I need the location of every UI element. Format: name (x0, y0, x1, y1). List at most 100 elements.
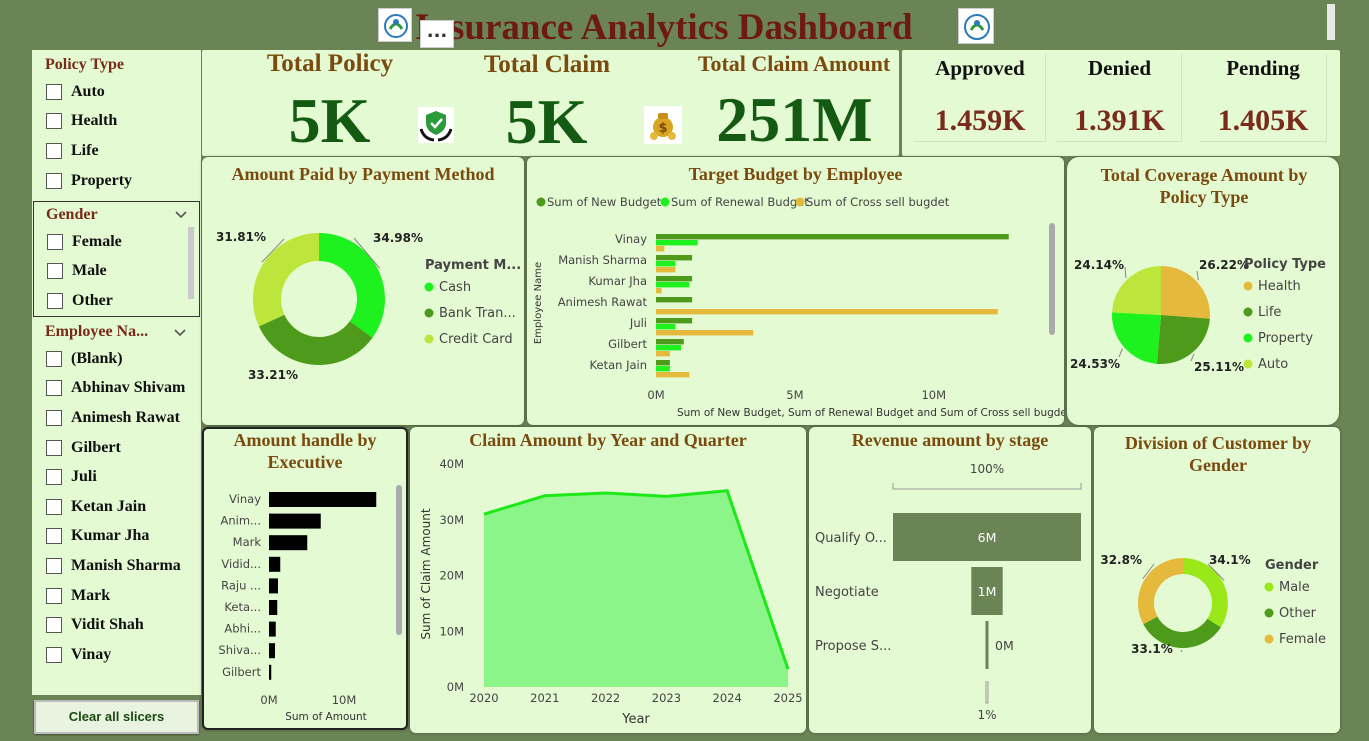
y-tick-label: 40M (439, 457, 464, 471)
y-tick-label: 20M (439, 569, 464, 583)
slice-cash (319, 233, 385, 338)
legend-item-sum-of-new-budget: Sum of New Budget (547, 195, 662, 209)
stage-value: 1M (978, 584, 997, 599)
legend-marker (1264, 582, 1274, 592)
slicer-option-blank[interactable]: (Blank) (46, 344, 185, 374)
checkbox[interactable] (46, 409, 62, 426)
legend-marker (1264, 608, 1274, 618)
checkbox[interactable] (46, 380, 62, 397)
checkbox[interactable] (46, 528, 62, 545)
checkbox[interactable] (46, 498, 62, 515)
total-policy-label: Total Policy (266, 50, 394, 77)
x-tick-label: 0M (647, 388, 664, 402)
slicer-option-other[interactable]: Other (47, 286, 122, 316)
x-tick-label: 5M (786, 388, 803, 402)
status-strip: Approved 1.459K Denied 1.391K Pending 1.… (902, 50, 1340, 156)
funnel-bar-propose-s (985, 621, 989, 669)
bar-vidid (269, 556, 281, 572)
chevron-down-icon[interactable] (174, 206, 188, 225)
x-tick-label: 0M (260, 693, 277, 707)
checkbox[interactable] (47, 292, 63, 309)
slicer-option-property[interactable]: Property (46, 166, 132, 196)
x-axis-title: Sum of Amount (285, 711, 367, 723)
bar-shiva (269, 643, 275, 659)
claim-amount-area-chart: 0M 10M 20M 30M 40M 2020 2021 2022 2023 2024 2025 Ye… (419, 457, 803, 727)
slicer-panel: Policy Type Auto Health Life Property Ge… (32, 50, 201, 695)
executive-chart-title: Amount handle by Executive (233, 430, 377, 472)
y-tick-label: 10M (439, 624, 464, 638)
slicer-option-life[interactable]: Life (46, 136, 132, 166)
checkbox[interactable] (47, 263, 63, 280)
checkbox[interactable] (46, 557, 62, 574)
slicer-option-kumar-jha[interactable]: Kumar Jha (46, 522, 185, 552)
category-label: Manish Sharma (558, 253, 647, 267)
dashboard-title: Insurance Analytics Dashboard (415, 7, 913, 48)
checkbox[interactable] (46, 350, 62, 367)
legend-marker (424, 334, 434, 344)
slicer-option-vidit-shah[interactable]: Vidit Shah (46, 610, 185, 640)
checkbox[interactable] (46, 617, 62, 634)
legend-marker (1243, 281, 1253, 291)
funnel-top-label: 100% (970, 462, 1004, 476)
category-label: Vidid... (221, 557, 261, 571)
slicer-option-gilbert[interactable]: Gilbert (46, 433, 185, 463)
slicer-option-mark[interactable]: Mark (46, 581, 185, 611)
x-tick-label: 2022 (591, 691, 620, 705)
page-scrollbar[interactable] (1327, 4, 1335, 40)
slicer-option-female[interactable]: Female (47, 227, 122, 257)
slicer-option-animesh-rawat[interactable]: Animesh Rawat (46, 403, 185, 433)
executive-chart-scrollbar[interactable] (396, 485, 402, 635)
slicer-option-auto[interactable]: Auto (46, 77, 132, 107)
claim-year-card: Claim Amount by Year and Quarter 0M 10M 20… (410, 427, 806, 733)
legend-marker (1243, 359, 1253, 369)
x-tick-label: 2024 (713, 691, 742, 705)
x-tick-label: 2021 (530, 691, 559, 705)
budget-chart-scrollbar[interactable] (1049, 223, 1055, 335)
legend-item-cash: Cash (439, 280, 471, 295)
bar-sum-of-new-budget (656, 234, 1009, 240)
checkbox[interactable] (46, 83, 62, 100)
slicer-option-male[interactable]: Male (47, 257, 122, 287)
legend-title: Payment M... (425, 258, 521, 273)
bar-sum-of-renewal-budget (656, 345, 681, 351)
stage-value: 0M (995, 638, 1014, 653)
legend-item-sum-of-cross-sell-bugdet: Sum of Cross sell bugdet (806, 195, 950, 209)
legend-marker (795, 197, 805, 207)
legend-item-life: Life (1258, 305, 1281, 320)
funnel-bottom-label: 1% (977, 708, 996, 722)
slicer-option-vinay[interactable]: Vinay (46, 640, 185, 670)
checkbox[interactable] (46, 172, 62, 189)
leader-line (1180, 649, 1183, 653)
pending-label: Pending (1226, 56, 1300, 80)
legend-marker (1264, 634, 1274, 644)
data-label: 33.1% (1131, 642, 1173, 656)
slicer-option-abhinav-shivam[interactable]: Abhinav Shivam (46, 374, 185, 404)
slicer-option-health[interactable]: Health (46, 107, 132, 137)
checkbox[interactable] (46, 587, 62, 604)
checkbox[interactable] (46, 439, 62, 456)
checkbox[interactable] (46, 142, 62, 159)
revenue-funnel-chart: 100% Qualify O... 6M Negotiate 1M Propose S..… (815, 462, 1082, 722)
slicer-option-manish-sharma[interactable]: Manish Sharma (46, 551, 185, 581)
slicer-option-ketan-jain[interactable]: Ketan Jain (46, 492, 185, 522)
chevron-down-icon[interactable] (173, 324, 187, 343)
category-label: Anim... (220, 514, 261, 528)
gender-slicer-scrollbar[interactable] (188, 227, 194, 299)
legend-marker (1243, 333, 1253, 343)
more-options-button[interactable]: ... (420, 20, 454, 48)
clear-all-slicers-button[interactable]: Clear all slicers (34, 700, 199, 734)
category-label: Keta... (224, 600, 261, 614)
checkbox[interactable] (46, 469, 62, 486)
slicer-option-juli[interactable]: Juli (46, 462, 185, 492)
category-label: Abhi... (224, 622, 261, 636)
gender-slicer-title: Gender (46, 206, 98, 223)
bar-keta (269, 600, 278, 615)
legend-item-property: Property (1258, 331, 1313, 346)
checkbox[interactable] (46, 113, 62, 130)
x-tick-label: 2023 (652, 691, 681, 705)
stage-label: Qualify O... (815, 531, 887, 546)
bar-sum-of-cross-sell-bugdet (656, 309, 998, 315)
checkbox[interactable] (47, 233, 63, 250)
checkbox[interactable] (46, 646, 62, 663)
bar-sum-of-cross-sell-bugdet (656, 372, 690, 378)
